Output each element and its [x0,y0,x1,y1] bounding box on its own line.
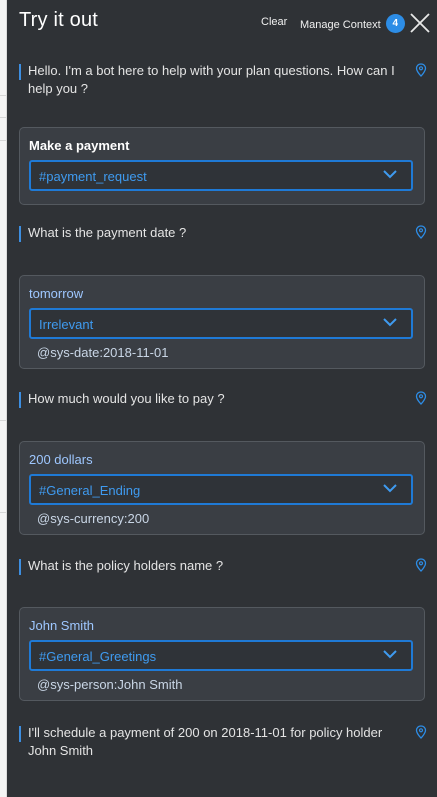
location-pin-icon[interactable] [415,725,427,739]
bot-message: I'll schedule a payment of 200 on 2018-1… [19,724,427,764]
bot-message: Hello. I'm a bot here to help with your … [19,62,427,102]
intent-select[interactable]: #payment_request [29,160,413,191]
intent-select[interactable]: #General_Ending [29,474,413,505]
intent-label: #payment_request [39,169,147,184]
bot-message: What is the payment date ? [19,224,427,244]
intent-label: #General_Greetings [39,649,157,664]
user-input-text: tomorrow [29,286,84,301]
chevron-down-icon [383,650,397,659]
intent-label: #General_Ending [39,483,141,498]
chevron-down-icon [383,318,397,327]
divider [0,95,6,96]
location-pin-icon[interactable] [415,391,427,405]
clear-button[interactable]: Clear [261,16,287,28]
location-pin-icon[interactable] [415,225,427,239]
background-page-edge [0,0,7,797]
entity-label: @sys-currency:200 [37,511,150,526]
chevron-down-icon [383,484,397,493]
manage-context-label: Manage Context [300,18,381,31]
intent-select[interactable]: #General_Greetings [29,640,413,671]
try-it-out-panel: Try it out Clear Manage Context 4 Hello.… [7,0,437,797]
bot-message-text: What is the policy holders name ? [28,558,224,573]
close-icon[interactable] [408,11,432,35]
user-input-card: Make a payment #payment_request [19,127,425,205]
divider [0,512,6,513]
bot-message-text: What is the payment date ? [28,225,187,240]
intent-label: Irrelevant [39,317,94,332]
bot-message: How much would you like to pay ? [19,390,427,410]
panel-header: Try it out Clear Manage Context 4 [7,0,437,46]
user-input-text: John Smith [29,618,95,633]
intent-select[interactable]: Irrelevant [29,308,413,339]
bot-message-text: I'll schedule a payment of 200 on 2018-1… [28,725,383,758]
manage-context-button[interactable]: Manage Context 4 [300,14,405,33]
bot-message-text: Hello. I'm a bot here to help with your … [28,63,395,96]
divider [0,140,6,141]
entity-label: @sys-person:John Smith [37,677,183,692]
bot-message-text: How much would you like to pay ? [28,391,225,406]
user-input-card: tomorrow Irrelevant @sys-date:2018-11-01 [19,275,425,369]
context-count-badge: 4 [385,14,405,33]
user-input-card: 200 dollars #General_Ending @sys-currenc… [19,441,425,535]
divider [0,420,6,421]
panel-title: Try it out [19,9,99,31]
chevron-down-icon [383,170,397,179]
user-input-text: 200 dollars [29,452,93,467]
bot-message: What is the policy holders name ? [19,557,427,577]
divider [0,117,6,118]
message-accent-bar [19,226,21,242]
location-pin-icon[interactable] [415,558,427,572]
message-accent-bar [19,64,21,80]
message-accent-bar [19,392,21,408]
message-accent-bar [19,559,21,575]
location-pin-icon[interactable] [415,63,427,77]
entity-label: @sys-date:2018-11-01 [37,345,169,360]
user-input-text: Make a payment [29,138,130,153]
user-input-card: John Smith #General_Greetings @sys-perso… [19,607,425,701]
message-accent-bar [19,726,21,742]
